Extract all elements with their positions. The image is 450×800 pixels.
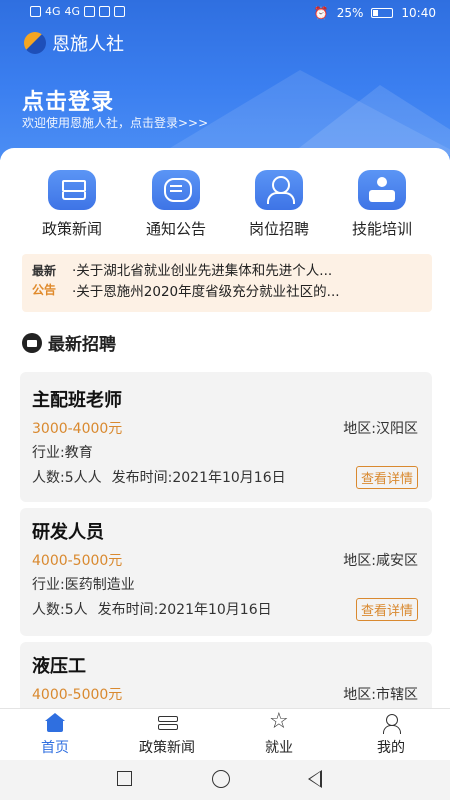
job-title: 液压工 (32, 656, 86, 677)
job-meta: 人数:5人 发布时间:2021年10月16日 (32, 599, 272, 619)
signal-label-2: 4G (64, 5, 81, 18)
training-icon (358, 170, 406, 210)
job-headcount: 人数:5人 (32, 602, 88, 618)
home-icon (44, 713, 66, 733)
nav-label: 技能培训 (351, 220, 412, 238)
bottom-tab-bar: 首页 政策新闻 就业 我的 (0, 708, 450, 760)
tab-home[interactable]: 首页 (5, 713, 105, 757)
status-bar: 4G 4G ⏰ 25% 10:40 (0, 0, 450, 28)
shield-notification-icon (114, 6, 126, 17)
view-details-button[interactable]: 查看详情 (355, 598, 418, 621)
system-nav-bar (0, 760, 450, 800)
hd1-icon (30, 6, 41, 17)
nav-skill-training[interactable]: 技能培训 (332, 170, 432, 239)
tab-label: 政策新闻 (139, 740, 195, 756)
login-subtitle[interactable]: 欢迎使用恩施人社，点击登录>>> (22, 114, 208, 131)
app-title-bar: 恩施人社 (24, 30, 124, 56)
layers-icon (48, 170, 96, 210)
battery-percent: 25% (336, 6, 364, 20)
recent-apps-icon[interactable] (117, 771, 132, 786)
job-title: 主配班老师 (32, 390, 122, 411)
tab-label: 首页 (41, 740, 69, 756)
job-card[interactable]: 液压工 4000-5000元 地区:市辖区 (20, 642, 432, 708)
latest-jobs-heading: 最新招聘 (22, 330, 116, 355)
app-name: 恩施人社 (52, 34, 124, 55)
job-industry: 行业:教育 (32, 445, 93, 461)
tab-label: 就业 (265, 740, 293, 756)
tab-policy-news[interactable]: 政策新闻 (117, 713, 217, 757)
view-details-button[interactable]: 查看详情 (355, 466, 418, 489)
back-icon[interactable] (308, 770, 322, 788)
announcement-tag-line2: 公告 (32, 283, 57, 297)
job-area: 地区:咸安区 (343, 553, 418, 569)
nav-label: 岗位招聘 (248, 220, 309, 238)
nav-notices[interactable]: 通知公告 (126, 170, 226, 239)
people-icon (255, 170, 303, 210)
job-industry: 行业:医药制造业 (32, 577, 135, 593)
announcement-item[interactable]: ·关于湖北省就业创业先进集体和先进个人... (72, 261, 424, 282)
nav-policy-news[interactable]: 政策新闻 (22, 170, 122, 239)
job-publish-time: 发布时间:2021年10月16日 (97, 602, 272, 618)
section-title: 最新招聘 (48, 335, 116, 355)
job-meta: 人数:5人人 发布时间:2021年10月16日 (32, 467, 286, 487)
job-area: 地区:汉阳区 (343, 421, 418, 437)
app-logo-icon (24, 32, 46, 54)
main-content: 政策新闻 通知公告 岗位招聘 技能培训 最新 公告 ·关于湖北省就业创业先进集体… (0, 148, 450, 708)
announcement-tag: 最新 公告 (32, 262, 66, 300)
quick-nav: 政策新闻 通知公告 岗位招聘 技能培训 (0, 170, 450, 240)
news-icon (156, 713, 178, 733)
job-card[interactable]: 研发人员 4000-5000元 地区:咸安区 行业:医药制造业 人数:5人 发布… (20, 508, 432, 636)
job-area: 地区:市辖区 (343, 687, 418, 703)
alarm-icon: ⏰ (313, 6, 329, 20)
signal-label-1: 4G (45, 5, 61, 18)
status-right: ⏰ 25% 10:40 (314, 6, 436, 20)
job-salary: 4000-5000元 (32, 553, 123, 569)
briefcase-icon (22, 332, 42, 353)
header-banner: 4G 4G ⏰ 25% 10:40 恩施人社 点击登录 欢迎使用恩施人社，点击登… (0, 0, 450, 160)
clock: 10:40 (401, 6, 436, 20)
job-salary: 3000-4000元 (32, 421, 123, 437)
user-icon (380, 713, 402, 734)
tab-label: 我的 (377, 740, 405, 756)
job-card[interactable]: 主配班老师 3000-4000元 地区:汉阳区 行业:教育 人数:5人人 发布时… (20, 372, 432, 502)
login-title[interactable]: 点击登录 (22, 84, 114, 116)
tab-employment[interactable]: 就业 (229, 709, 329, 757)
job-salary: 4000-5000元 (32, 687, 123, 703)
nav-label: 政策新闻 (41, 220, 102, 238)
mountain-decoration (290, 85, 450, 155)
star-icon (268, 709, 290, 734)
message-icon (152, 170, 200, 210)
tab-mine[interactable]: 我的 (341, 713, 441, 757)
home-button-icon[interactable] (212, 770, 230, 788)
app-notification-icon (99, 6, 111, 17)
announcement-list: ·关于湖北省就业创业先进集体和先进个人... ·关于恩施州2020年度省级充分就… (72, 261, 424, 303)
status-left: 4G 4G (30, 5, 126, 18)
battery-icon (371, 8, 394, 18)
nav-label: 通知公告 (145, 220, 206, 238)
job-publish-time: 发布时间:2021年10月16日 (111, 470, 286, 486)
job-title: 研发人员 (32, 522, 104, 543)
job-headcount: 人数:5人人 (32, 470, 102, 486)
announcement-banner[interactable]: 最新 公告 ·关于湖北省就业创业先进集体和先进个人... ·关于恩施州2020年… (22, 254, 432, 312)
chat-notification-icon (84, 6, 96, 17)
announcement-item[interactable]: ·关于恩施州2020年度省级充分就业社区的... (72, 282, 424, 303)
nav-job-recruitment[interactable]: 岗位招聘 (229, 170, 329, 239)
announcement-tag-line1: 最新 (32, 264, 57, 278)
